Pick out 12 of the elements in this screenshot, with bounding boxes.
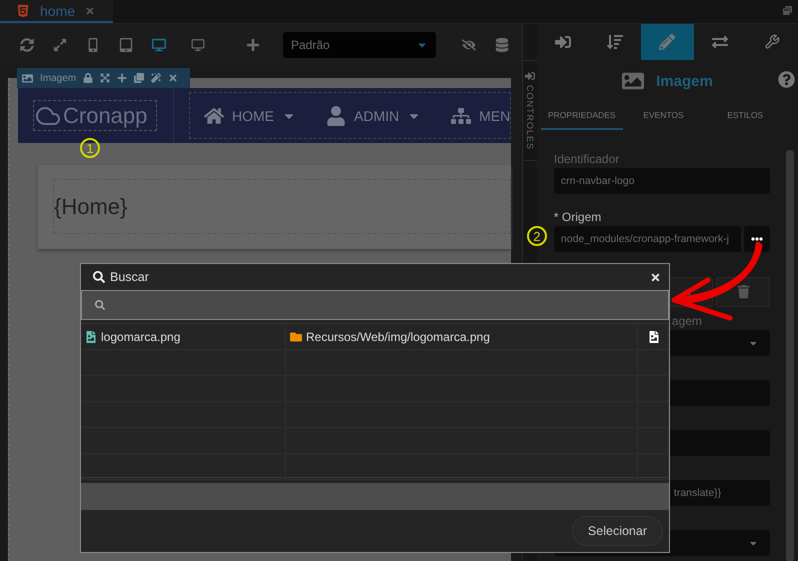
file-path: Recursos/Web/img/logomarca.png bbox=[306, 330, 490, 344]
page-heading: {Home} bbox=[54, 194, 128, 220]
dialog-title: Buscar bbox=[110, 270, 150, 284]
logo: Cronapp bbox=[33, 100, 157, 131]
callout-number: 1 bbox=[80, 138, 100, 158]
field-label: * Origem bbox=[554, 209, 602, 226]
panel-title: Imagem bbox=[656, 72, 713, 90]
field-label: agem bbox=[670, 313, 703, 330]
file-name: logomarca.png bbox=[101, 330, 180, 344]
field-label: Identificador bbox=[554, 151, 620, 168]
component-label: Imagem bbox=[40, 72, 76, 84]
callout-number: 2 bbox=[526, 226, 547, 246]
